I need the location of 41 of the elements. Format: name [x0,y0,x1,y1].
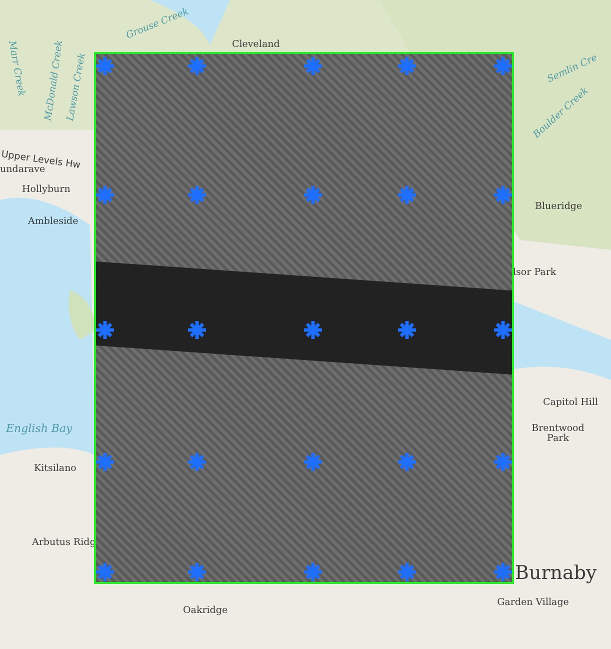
map-label: Capitol Hill [543,398,598,408]
cross-marker-icon [492,55,514,77]
cross-marker-icon [396,451,418,473]
cross-marker-icon [186,451,208,473]
cross-marker-icon [396,55,418,77]
map-label: English Bay [6,423,72,436]
cross-marker-icon [492,319,514,341]
cross-marker-icon [186,319,208,341]
map-label: Blueridge [535,202,582,212]
cross-marker-icon [302,184,324,206]
cross-marker-icon [186,55,208,77]
cross-marker-icon [492,561,514,583]
cross-marker-icon [94,55,116,77]
cross-marker-icon [396,184,418,206]
map-label: Hollyburn [22,185,70,196]
map-label: undarave [0,165,46,176]
map-label: Garden Village [497,598,569,608]
map-label: lsor Park [513,268,556,278]
cross-marker-icon [186,184,208,206]
cross-marker-icon [94,451,116,473]
cross-marker-icon [302,55,324,77]
map-label: Cleveland [232,40,280,50]
cross-marker-icon [302,319,324,341]
map-label: Marr Creek [6,40,26,98]
cross-marker-icon [396,319,418,341]
cross-marker-icon [396,561,418,583]
cross-marker-icon [186,561,208,583]
map-label: Burnaby [515,563,597,584]
map-label: Brentwood Park [530,424,586,445]
map-label: McDonald Creek [44,40,66,122]
cross-marker-icon [302,451,324,473]
cross-marker-icon [492,184,514,206]
map-label: Ambleside [28,217,78,228]
cross-marker-icon [302,561,324,583]
cross-marker-icon [492,451,514,473]
cross-marker-icon [94,184,116,206]
map-label: Kitsilano [34,464,76,474]
cross-marker-icon [94,319,116,341]
map-label: Oakridge [183,606,228,616]
cross-marker-icon [94,561,116,583]
map-label: Lawson Creek [66,52,88,122]
